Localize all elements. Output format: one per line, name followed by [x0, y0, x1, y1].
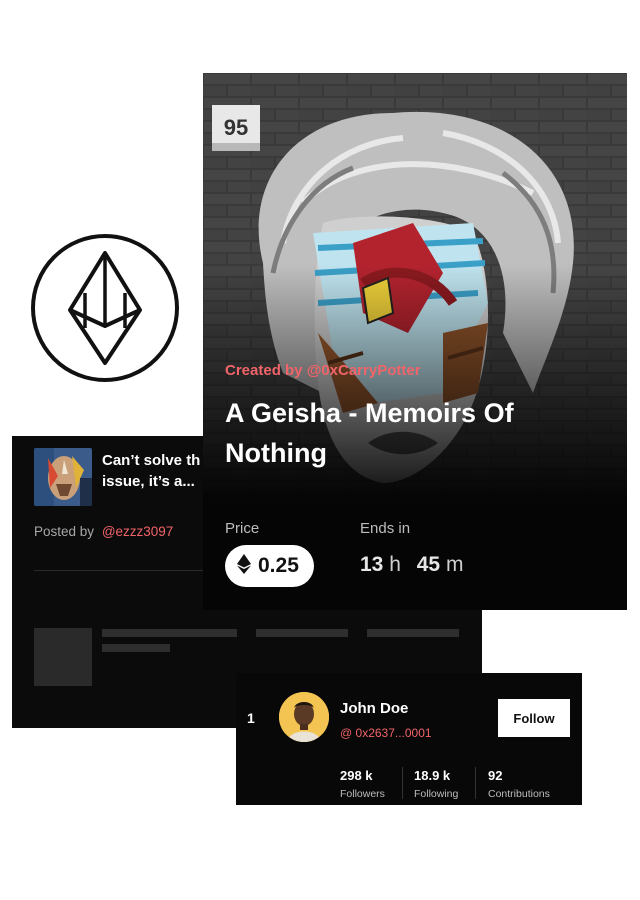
stat-divider [475, 767, 476, 799]
profile-card[interactable]: 1 John Doe @ 0x2637...0001 Follow 298 k … [236, 673, 582, 805]
avatar[interactable] [279, 692, 329, 742]
countdown-minutes-unit: m [445, 553, 464, 576]
ends-in-label: Ends in [360, 520, 411, 537]
stat-value: 18.9 k [414, 768, 451, 783]
creator-label[interactable]: Created by @0xCarryPotter [225, 362, 421, 379]
ethereum-icon [237, 553, 251, 579]
stat-label: Following [414, 788, 459, 800]
skeleton-line [256, 629, 348, 637]
stat-contributions[interactable]: 92 Contributions [488, 768, 550, 800]
posted-by-label: Posted by [34, 524, 95, 539]
countdown-hours: 13 [360, 553, 384, 576]
nft-title[interactable]: A Geisha - Memoirs Of Nothing [225, 393, 605, 473]
post-thumbnail[interactable] [34, 448, 92, 506]
countdown-hours-unit: h [389, 553, 401, 576]
skeleton-line [367, 629, 459, 637]
price-pill: 0.25 [225, 545, 314, 587]
countdown-minutes: 45 [416, 553, 441, 576]
ethereum-badge-icon [30, 233, 180, 383]
stat-value: 92 [488, 768, 503, 783]
countdown: 13 h 45 m [360, 553, 473, 577]
price-value: 0.25 [258, 554, 299, 577]
post-title[interactable]: Can’t solve th issue, it’s a... [102, 450, 212, 492]
stat-label: Contributions [488, 788, 550, 800]
stat-label: Followers [340, 788, 385, 800]
rank-number: 1 [247, 710, 255, 726]
stat-following[interactable]: 18.9 k Following [414, 768, 458, 800]
posted-by: Posted by @ezzz3097 [34, 524, 173, 539]
profile-name[interactable]: John Doe [340, 700, 408, 717]
nft-card[interactable]: 95 Created by @0xCarryPotter A Geisha - … [203, 73, 627, 610]
skeleton-line [102, 629, 237, 637]
stat-divider [402, 767, 403, 799]
stat-followers[interactable]: 298 k Followers [340, 768, 385, 800]
skeleton-thumbnail [34, 628, 92, 686]
wallet-address[interactable]: @ 0x2637...0001 [340, 726, 432, 740]
post-divider [34, 570, 214, 571]
posted-by-handle[interactable]: @ezzz3097 [102, 524, 174, 539]
stat-value: 298 k [340, 768, 373, 783]
skeleton-line [102, 644, 170, 652]
follow-button[interactable]: Follow [498, 699, 570, 737]
price-label: Price [225, 520, 260, 537]
